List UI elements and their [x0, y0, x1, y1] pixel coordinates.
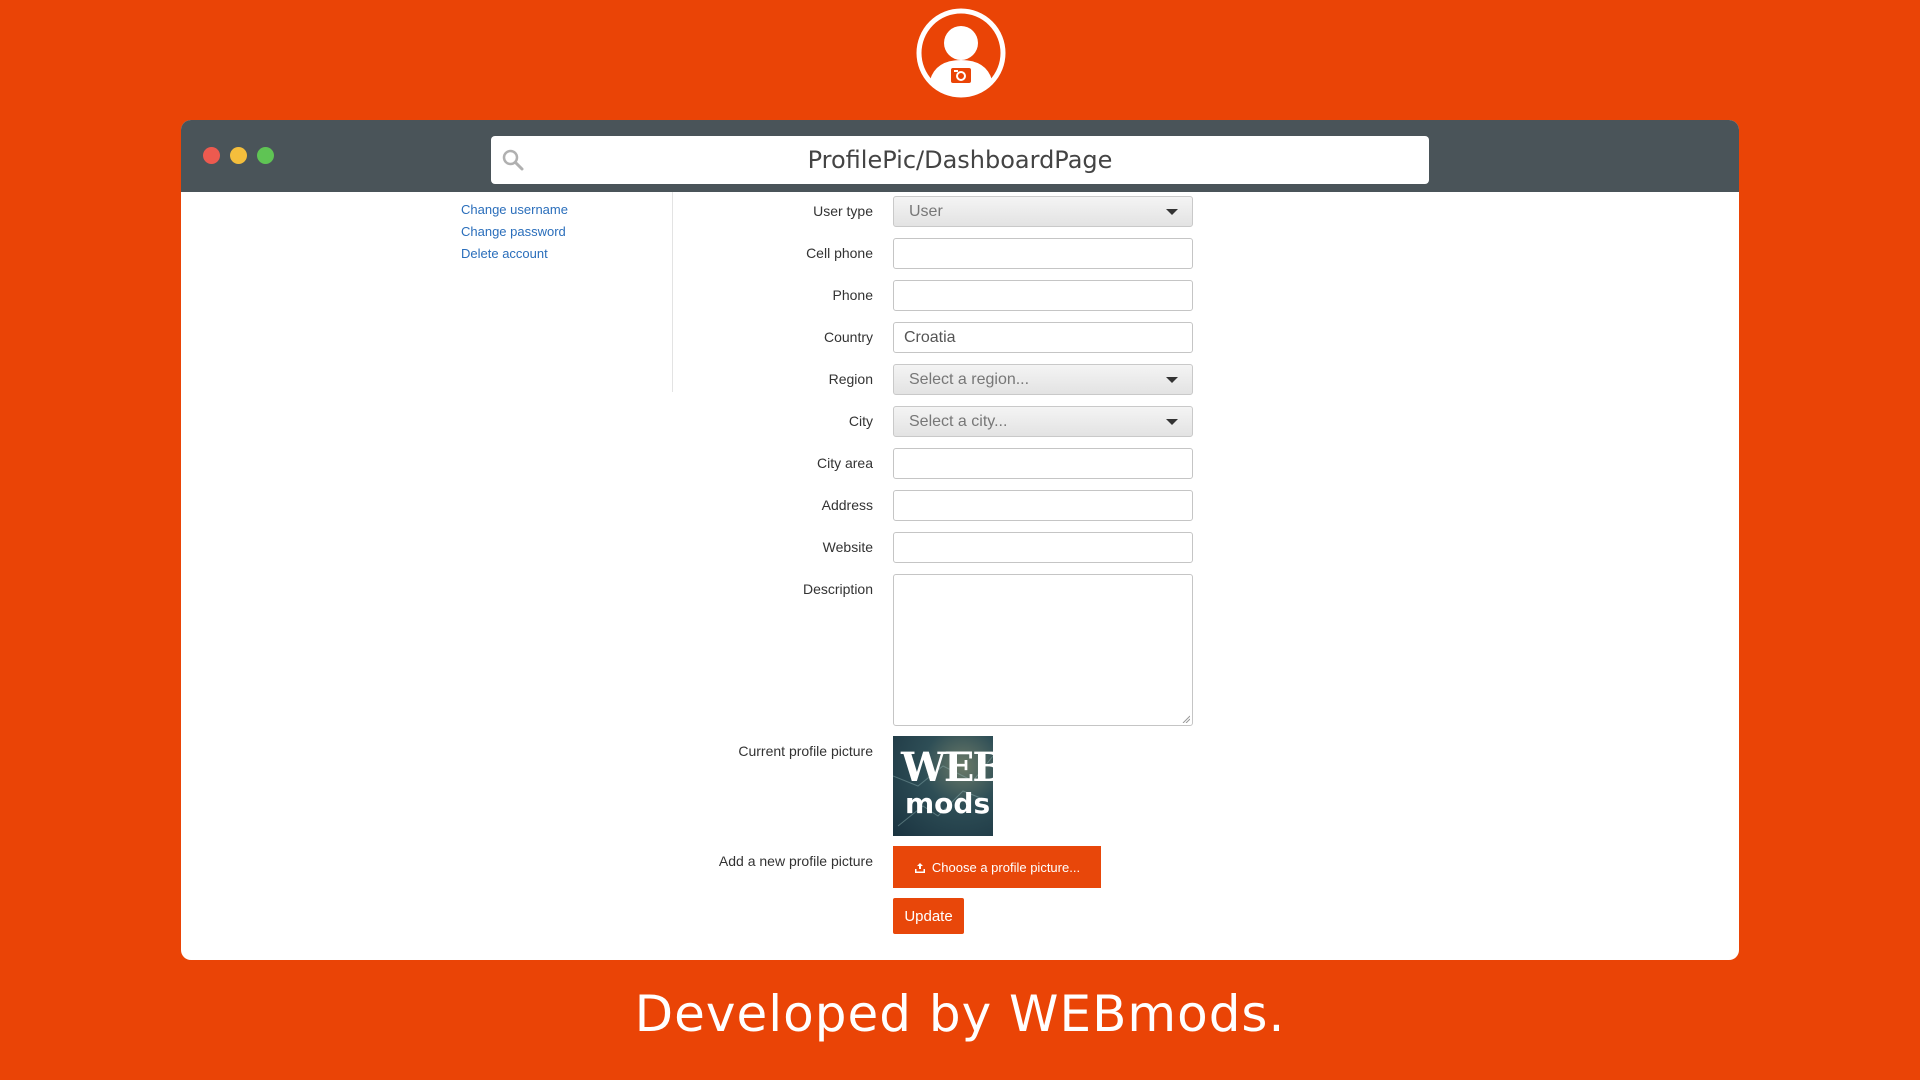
picture-text-mods: mods [905, 787, 991, 820]
maximize-window-button[interactable] [257, 147, 274, 164]
chevron-down-icon [1166, 377, 1178, 383]
browser-window: ProfilePic/DashboardPage Change username… [181, 120, 1739, 960]
profile-camera-logo-icon [916, 8, 1006, 98]
user-type-value: User [909, 203, 943, 220]
browser-titlebar: ProfilePic/DashboardPage [181, 120, 1739, 192]
user-type-label: User type [813, 203, 873, 219]
phone-label: Phone [832, 287, 873, 303]
city-select[interactable]: Select a city... [893, 406, 1193, 437]
chevron-down-icon [1166, 419, 1178, 425]
sidebar-link-change-password[interactable]: Change password [461, 224, 566, 239]
add-profile-picture-label: Add a new profile picture [718, 853, 873, 869]
choose-profile-picture-label: Choose a profile picture... [931, 859, 1081, 875]
choose-profile-picture-button[interactable]: Choose a profile picture... [893, 846, 1101, 888]
region-select[interactable]: Select a region... [893, 364, 1193, 395]
website-input[interactable] [893, 532, 1193, 563]
url-text: ProfilePic/DashboardPage [807, 146, 1113, 174]
minimize-window-button[interactable] [230, 147, 247, 164]
footer-credit: Developed by WEBmods. [634, 985, 1286, 1043]
description-label: Description [802, 581, 873, 597]
city-area-input[interactable] [893, 448, 1193, 479]
country-value: Croatia [904, 329, 956, 346]
address-input[interactable] [893, 490, 1193, 521]
chevron-down-icon [1166, 209, 1178, 215]
picture-text-web: WEB [901, 744, 993, 791]
update-button[interactable]: Update [893, 898, 964, 934]
address-bar[interactable]: ProfilePic/DashboardPage [491, 136, 1429, 184]
cell-phone-label: Cell phone [806, 245, 873, 261]
phone-input[interactable] [893, 280, 1193, 311]
city-area-label: City area [816, 455, 873, 471]
country-input[interactable]: Croatia [893, 322, 1193, 353]
sidebar-link-change-username[interactable]: Change username [461, 202, 568, 217]
resize-handle-icon[interactable] [1182, 715, 1190, 723]
region-value: Select a region... [909, 371, 1030, 388]
website-label: Website [822, 539, 873, 555]
user-type-select[interactable]: User [893, 196, 1193, 227]
upload-icon [914, 863, 925, 874]
current-profile-picture-label: Current profile picture [738, 743, 873, 759]
region-label: Region [828, 371, 873, 387]
country-label: Country [823, 329, 873, 345]
address-label: Address [821, 497, 873, 513]
sidebar-link-delete-account[interactable]: Delete account [461, 246, 548, 261]
city-value: Select a city... [909, 413, 1008, 430]
city-label: City [848, 413, 873, 429]
close-window-button[interactable] [203, 147, 220, 164]
description-textarea[interactable] [893, 574, 1193, 726]
cell-phone-input[interactable] [893, 238, 1193, 269]
sidebar-divider [672, 192, 673, 392]
current-profile-picture: WEB mods [893, 736, 993, 836]
